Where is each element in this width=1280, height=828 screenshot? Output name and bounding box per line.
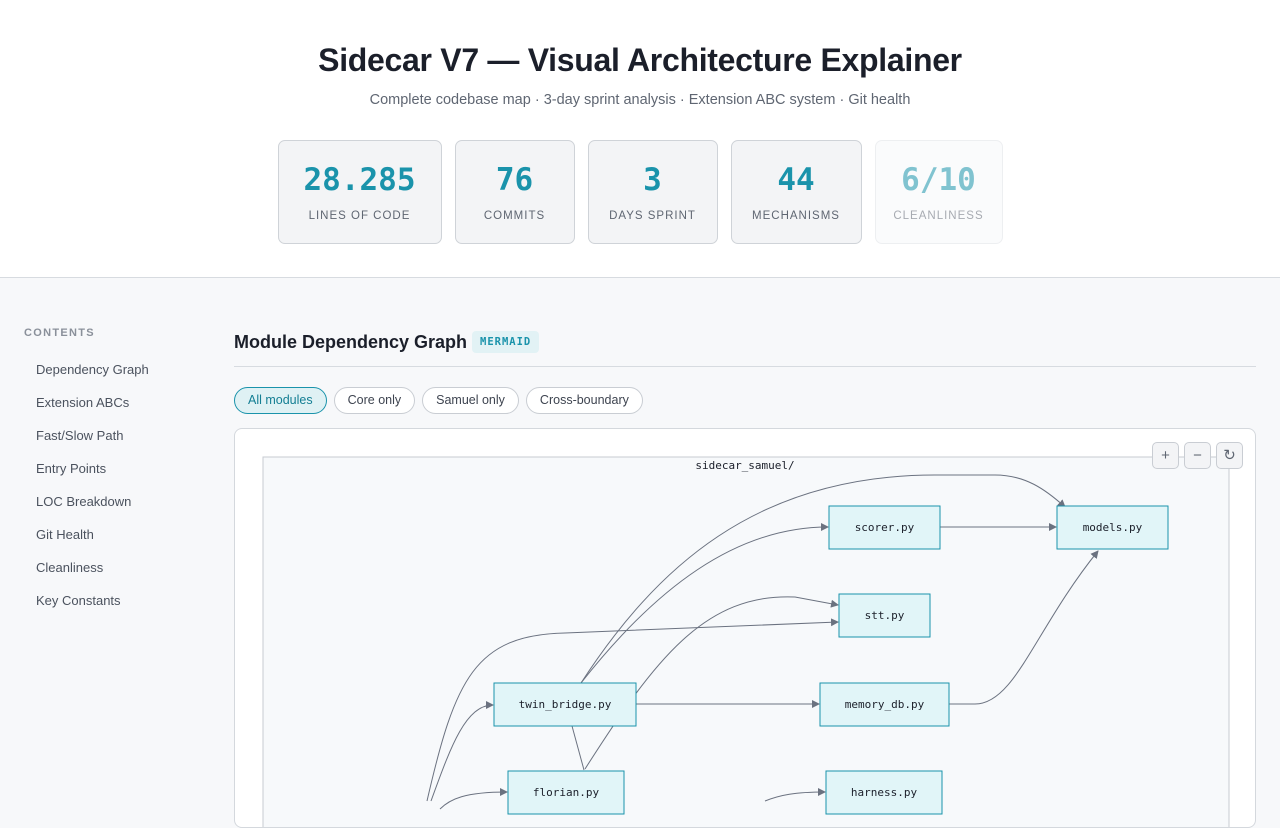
stat-label: Commits bbox=[483, 210, 546, 222]
stat-value: 44 bbox=[777, 162, 815, 198]
node-label: twin_bridge.py bbox=[519, 698, 612, 711]
stat-value: 28.285 bbox=[303, 162, 416, 198]
node-label: harness.py bbox=[851, 786, 918, 799]
zoom-out-button[interactable]: − bbox=[1184, 442, 1211, 469]
stat-label: Cleanliness bbox=[893, 210, 984, 222]
node-label: scorer.py bbox=[855, 521, 915, 534]
toc-item-git-health[interactable]: Git Health bbox=[36, 527, 94, 542]
filter-cross-boundary[interactable]: Cross-boundary bbox=[525, 387, 643, 414]
stat-card-cleanliness: 6/10 Cleanliness bbox=[874, 140, 1003, 244]
stat-card-mechanisms: 44 Mechanisms bbox=[730, 140, 862, 244]
section-title: Module Dependency Graph bbox=[234, 332, 468, 352]
filter-samuel-only[interactable]: Samuel only bbox=[422, 387, 519, 414]
stat-label: Lines of Code bbox=[308, 210, 411, 222]
toc-item-extension-abcs[interactable]: Extension ABCs bbox=[36, 395, 129, 410]
node-label: memory_db.py bbox=[845, 698, 925, 711]
node-label: models.py bbox=[1083, 521, 1143, 534]
node-florian[interactable]: florian.py bbox=[507, 770, 625, 815]
filter-pills: All modules Core only Samuel only Cross-… bbox=[234, 387, 643, 414]
node-twin-bridge[interactable]: twin_bridge.py bbox=[493, 682, 637, 727]
node-scorer[interactable]: scorer.py bbox=[828, 505, 941, 550]
stats-row: 28.285 Lines of Code 76 Commits 3 Days S… bbox=[0, 140, 1280, 244]
stat-label: Mechanisms bbox=[752, 210, 840, 222]
filter-core-only[interactable]: Core only bbox=[333, 387, 416, 414]
stat-card-loc: 28.285 Lines of Code bbox=[277, 140, 442, 244]
node-label: stt.py bbox=[865, 609, 905, 622]
toc-item-cleanliness[interactable]: Cleanliness bbox=[36, 560, 103, 575]
toc-item-entry-points[interactable]: Entry Points bbox=[36, 461, 106, 476]
cluster-label: sidecar_samuel/ bbox=[695, 459, 794, 472]
filter-all-modules[interactable]: All modules bbox=[234, 387, 327, 414]
node-label: florian.py bbox=[533, 786, 600, 799]
stat-value: 6/10 bbox=[901, 162, 976, 198]
toc-item-dependency-graph[interactable]: Dependency Graph bbox=[36, 362, 149, 377]
page-title: Sidecar V7 — Visual Architecture Explain… bbox=[318, 42, 962, 78]
stat-label: Days Sprint bbox=[609, 210, 696, 222]
toc-title: CONTENTS bbox=[24, 327, 95, 339]
node-stt[interactable]: stt.py bbox=[838, 593, 931, 638]
node-models[interactable]: models.py bbox=[1056, 505, 1169, 550]
toc-item-key-constants[interactable]: Key Constants bbox=[36, 593, 121, 608]
toc-item-loc-breakdown[interactable]: LOC Breakdown bbox=[36, 494, 131, 509]
reset-zoom-button[interactable]: ↻ bbox=[1216, 442, 1243, 469]
node-harness[interactable]: harness.py bbox=[825, 770, 943, 815]
hero-header: Sidecar V7 — Visual Architecture Explain… bbox=[0, 0, 1280, 278]
zoom-in-button[interactable]: + bbox=[1152, 442, 1179, 469]
toc-item-fast-slow-path[interactable]: Fast/Slow Path bbox=[36, 428, 123, 443]
dependency-graph-svg[interactable]: sidecar_samuel/ scorer.py models.py stt.… bbox=[235, 429, 1256, 828]
dependency-graph-card[interactable]: sidecar_samuel/ scorer.py models.py stt.… bbox=[234, 428, 1256, 828]
page-subtitle: Complete codebase map · 3-day sprint ana… bbox=[369, 92, 911, 108]
stat-card-days: 3 Days Sprint bbox=[587, 140, 718, 244]
section-header: Module Dependency Graph MERMAID bbox=[234, 330, 1256, 367]
stat-value: 76 bbox=[495, 162, 534, 198]
mermaid-badge: MERMAID bbox=[472, 331, 540, 353]
stat-card-commits: 76 Commits bbox=[454, 140, 575, 244]
node-memory-db[interactable]: memory_db.py bbox=[819, 682, 950, 727]
stat-value: 3 bbox=[643, 162, 662, 198]
